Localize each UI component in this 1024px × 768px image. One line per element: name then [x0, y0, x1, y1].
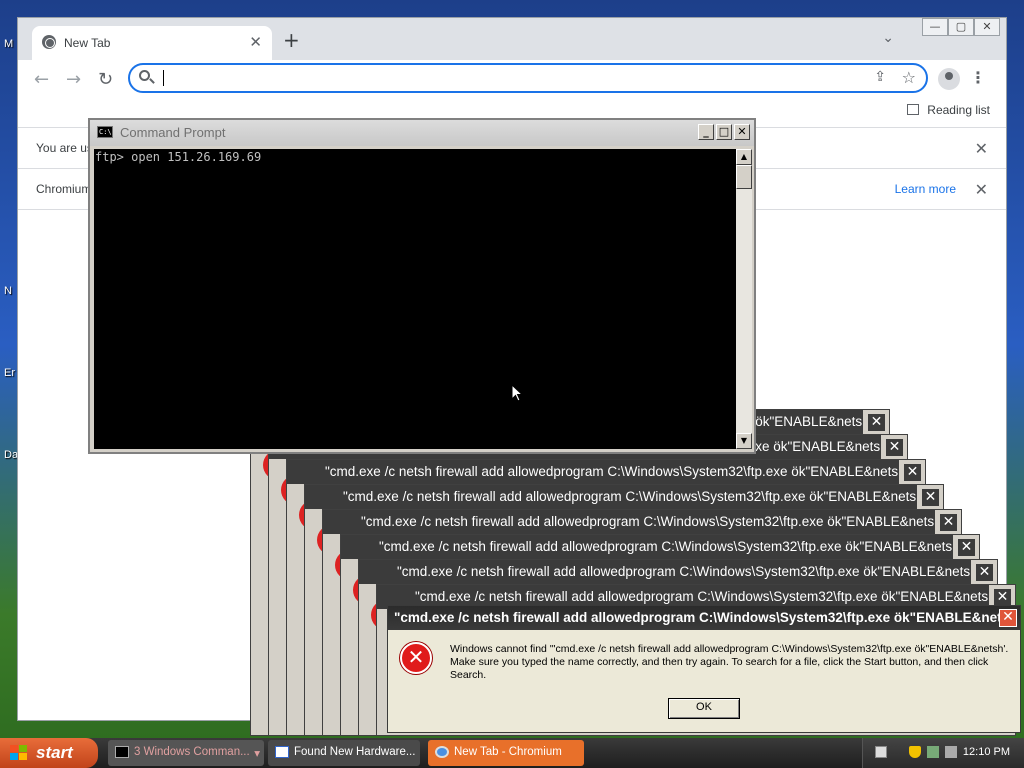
error-close-button[interactable]: ✕	[958, 539, 975, 556]
new-tab-button[interactable]: +	[283, 28, 300, 52]
bookmark-star-icon[interactable]: ☆	[902, 68, 916, 87]
start-button[interactable]: start	[0, 738, 98, 768]
reading-list-label: Reading list	[927, 103, 990, 117]
globe-icon	[42, 35, 56, 49]
desktop-icon-label[interactable]: Da	[4, 449, 18, 461]
forward-arrow-icon[interactable]: →	[66, 69, 81, 90]
start-label: start	[36, 743, 73, 762]
cmd-icon: C:\	[97, 126, 113, 138]
error-dialog-title[interactable]: "cmd.exe /c netsh firewall add allowedpr…	[359, 560, 971, 584]
scroll-thumb[interactable]	[736, 165, 752, 189]
console-output: ftp> open 151.26.169.69	[95, 150, 262, 164]
error-message: Windows cannot find '"cmd.exe /c netsh f…	[450, 643, 1009, 681]
search-icon	[139, 70, 150, 81]
scroll-down-icon[interactable]: ▼	[736, 433, 752, 449]
ok-button[interactable]: OK	[668, 698, 740, 719]
taskbar-item-command-prompt[interactable]: 3 Windows Comman... ▾	[108, 740, 264, 766]
taskbar-item-label: New Tab - Chromium	[454, 746, 562, 758]
tab-close-button[interactable]: ✕	[249, 33, 262, 51]
cmd-titlebar[interactable]: C:\ Command Prompt _ □ ✕	[90, 120, 754, 146]
chevron-down-icon: ▾	[254, 748, 260, 760]
reading-list-button[interactable]: Reading list	[907, 103, 990, 117]
system-tray: 12:10 PM	[862, 738, 1024, 768]
taskbar-item-chromium[interactable]: New Tab - Chromium	[428, 740, 584, 766]
windows-flag-icon	[10, 745, 28, 761]
minimize-button[interactable]: —	[922, 18, 948, 36]
cmd-console[interactable]: ftp> open 151.26.169.69	[94, 149, 736, 449]
shield-icon[interactable]	[909, 746, 921, 758]
error-icon: ✕	[400, 642, 432, 674]
error-dialog: "cmd.exe /c netsh firewall add allowedpr…	[387, 605, 1021, 733]
command-prompt-window: C:\ Command Prompt _ □ ✕ ftp> open 151.2…	[88, 118, 756, 454]
tab-title: New Tab	[64, 36, 111, 50]
error-dialog-title[interactable]: "cmd.exe /c netsh firewall add allowedpr…	[341, 535, 953, 559]
maximize-button[interactable]: ▢	[948, 18, 974, 36]
infobar-close-button[interactable]: ✕	[975, 139, 988, 159]
mouse-pointer-icon	[511, 384, 523, 402]
error-dialog-title[interactable]: "cmd.exe /c netsh firewall add allowedpr…	[287, 460, 899, 484]
error-close-button[interactable]: ✕	[886, 439, 903, 456]
kebab-menu-icon[interactable]: ⋮	[970, 68, 986, 87]
cmd-minimize-button[interactable]: _	[698, 124, 714, 140]
tab-search-chevron-icon[interactable]: ⌄	[882, 30, 894, 46]
tab-strip: New Tab ✕ + ⌄ — ▢ ✕	[18, 18, 1006, 60]
cmd-maximize-button[interactable]: □	[716, 124, 732, 140]
error-close-button[interactable]: ✕	[868, 414, 885, 431]
volume-icon[interactable]	[945, 746, 957, 758]
cmd-icon	[115, 746, 129, 758]
error-close-button[interactable]: ✕	[976, 564, 993, 581]
window-icon	[275, 746, 289, 758]
error-close-button[interactable]: ✕	[922, 489, 939, 506]
desktop-icon-label[interactable]: M	[4, 38, 13, 50]
taskbar: start 3 Windows Comman... ▾ Found New Ha…	[0, 738, 1024, 768]
taskbar-item-label: 3 Windows Comman...	[134, 746, 250, 758]
learn-more-link[interactable]: Learn more	[895, 182, 956, 196]
clock: 12:10 PM	[962, 746, 1010, 758]
profile-avatar-icon[interactable]	[938, 68, 960, 90]
infobar-close-button[interactable]: ✕	[975, 180, 988, 200]
scroll-up-icon[interactable]: ▲	[736, 149, 752, 165]
chromium-icon	[435, 746, 449, 758]
error-dialog-title[interactable]: "cmd.exe /c netsh firewall add allowedpr…	[305, 485, 917, 509]
error-close-button[interactable]: ✕	[999, 609, 1017, 627]
cmd-scrollbar[interactable]: ▲ ▼	[736, 149, 752, 449]
error-dialog-title[interactable]: "cmd.exe /c netsh firewall add allowedpr…	[388, 606, 1020, 630]
error-close-button[interactable]: ✕	[904, 464, 921, 481]
network-icon[interactable]	[927, 746, 939, 758]
close-window-button[interactable]: ✕	[974, 18, 1000, 36]
share-icon[interactable]: ⇪	[874, 69, 886, 85]
cmd-title: Command Prompt	[120, 125, 226, 140]
keyboard-icon[interactable]	[875, 746, 887, 758]
browser-toolbar: ← → ↻ ⇪ ☆ ⋮	[18, 60, 1006, 98]
error-close-button[interactable]: ✕	[940, 514, 957, 531]
desktop-icon-label[interactable]: N	[4, 285, 12, 297]
desktop-icon-label[interactable]: Er	[4, 367, 15, 379]
error-close-button[interactable]: ✕	[994, 589, 1011, 606]
back-arrow-icon[interactable]: ←	[34, 69, 49, 90]
taskbar-item-found-new-hardware[interactable]: Found New Hardware...	[268, 740, 420, 766]
cmd-close-button[interactable]: ✕	[734, 124, 750, 140]
infobar-text: You are us	[36, 141, 93, 155]
tab-new-tab[interactable]: New Tab ✕	[32, 26, 272, 60]
infobar-text: Chromium	[36, 182, 92, 196]
address-bar[interactable]: ⇪ ☆	[128, 63, 928, 93]
error-dialog-title[interactable]: "cmd.exe /c netsh firewall add allowedpr…	[323, 510, 935, 534]
taskbar-item-label: Found New Hardware...	[294, 746, 416, 758]
reload-icon[interactable]: ↻	[98, 69, 113, 90]
reading-list-icon	[907, 104, 920, 115]
text-caret	[163, 70, 164, 86]
